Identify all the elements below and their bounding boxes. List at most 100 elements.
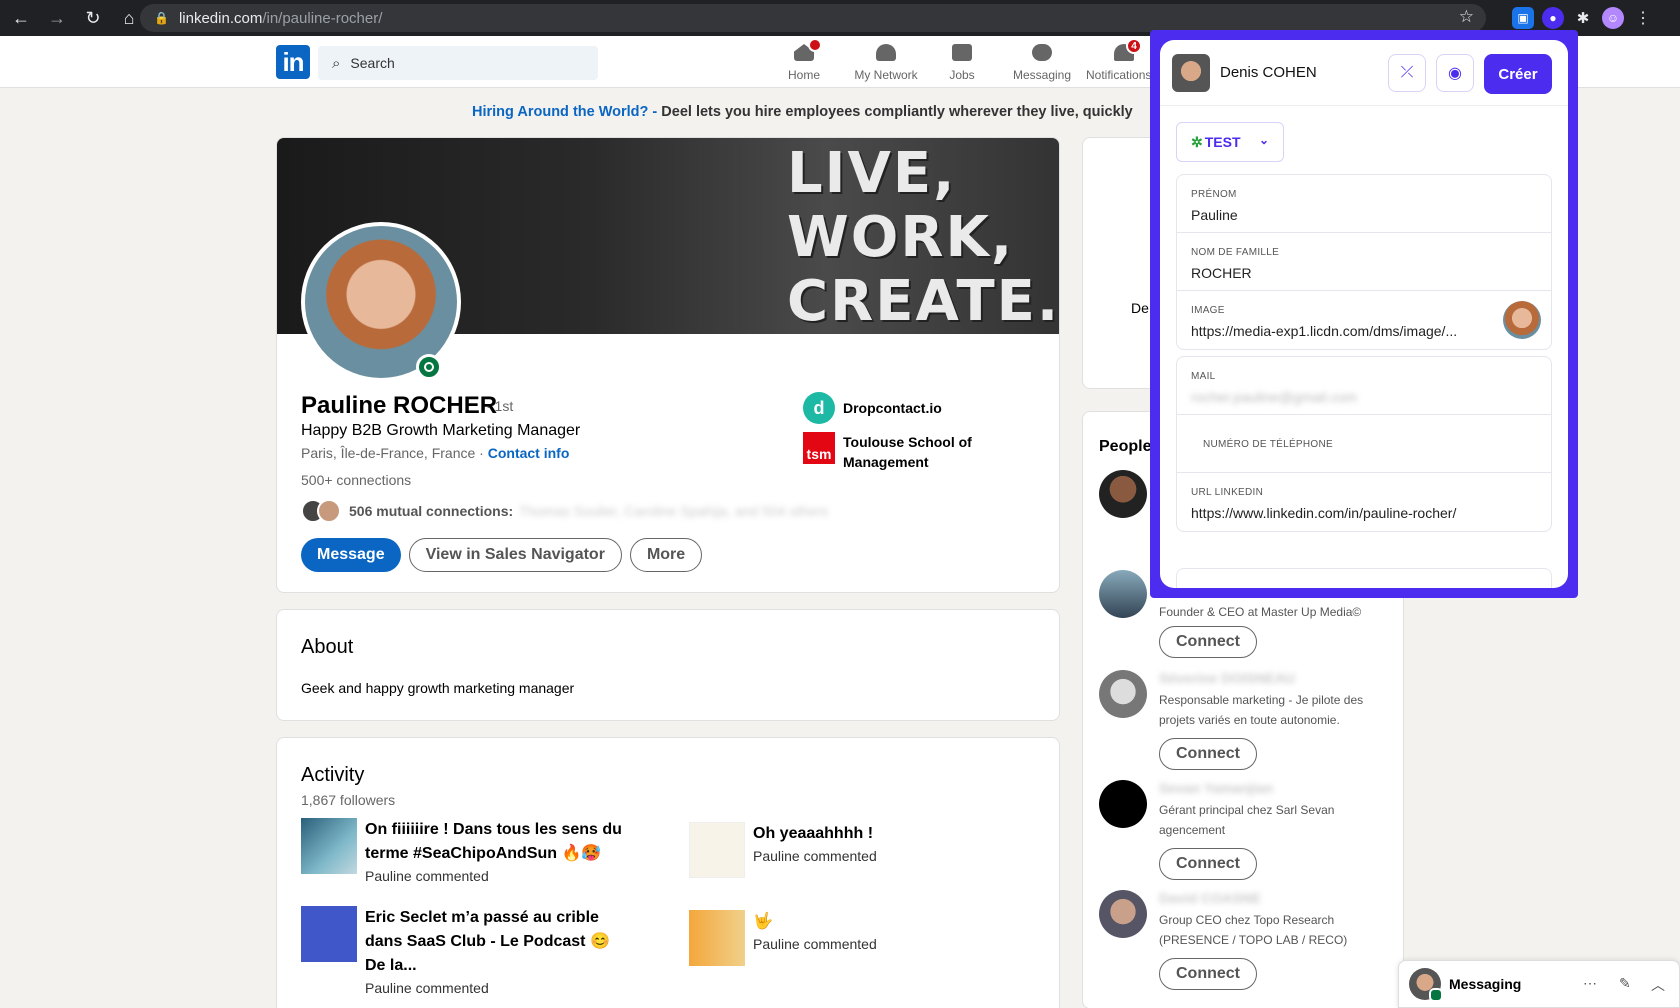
nav-home[interactable]: Home (782, 38, 826, 82)
extension-panel: Denis COHEN ⤫ ◉ Créer ✲ TEST ⌄ PRÉNOM Pa… (1150, 30, 1578, 598)
person-description: Founder & CEO at Master Up Media© (1159, 605, 1362, 619)
sidebar-fragment: De (1131, 300, 1149, 316)
last-name-field[interactable]: NOM DE FAMILLE ROCHER (1177, 233, 1551, 291)
nav-messaging[interactable]: Messaging (1010, 40, 1074, 82)
back-icon[interactable]: ← (6, 3, 36, 33)
nav-label: Messaging (1012, 68, 1072, 82)
lock-icon: 🔒 (154, 11, 169, 25)
connect-button[interactable]: Connect (1159, 958, 1257, 990)
activity-title: Activity (301, 764, 365, 786)
person-description: Gérant principal chez Sarl Sevan agencem… (1159, 803, 1335, 837)
unlink-icon[interactable]: ⤫ (1388, 54, 1426, 92)
dropcontact-logo: d (803, 392, 835, 424)
linkedin-logo[interactable]: in (276, 45, 310, 79)
about-title: About (301, 636, 354, 658)
activity-sub: Pauline commented (365, 868, 489, 884)
connect-button[interactable]: Connect (1159, 738, 1257, 770)
banner-line: LIVE, (787, 141, 957, 206)
mutual-connections[interactable]: 506 mutual connections: Thomas Soulier, … (301, 498, 828, 524)
activity-item[interactable]: Eric Seclet m’a passé au crible dans Saa… (301, 906, 631, 998)
activity-sub: Pauline commented (365, 980, 489, 996)
avatar (1409, 968, 1443, 1002)
messaging-bar[interactable]: Messaging ⋯ ✎ ︿ (1398, 960, 1680, 1008)
chevron-up-icon[interactable]: ︿ (1651, 975, 1665, 995)
activity-title-text: 🤟 (753, 913, 773, 930)
search-input[interactable]: ⌕ Search (318, 46, 598, 80)
person-name: Sevan Yamanjian (1159, 780, 1274, 796)
tag-label: TEST (1204, 134, 1241, 150)
linkedin-url-field[interactable]: URL LINKEDIN https://www.linkedin.com/in… (1177, 473, 1551, 531)
person-item[interactable]: Séverine DOISNEAU Responsable marketing … (1099, 670, 1399, 770)
extension-1-icon[interactable]: ▣ (1512, 7, 1534, 29)
nav-jobs[interactable]: Jobs (946, 40, 978, 82)
activity-item[interactable]: On fiiiiiire ! Dans tous les sens du ter… (301, 818, 631, 886)
nav-my-network[interactable]: My Network (844, 40, 928, 82)
reload-icon[interactable]: ↻ (78, 3, 108, 33)
company-tsm[interactable]: tsm Toulouse School of Management (803, 432, 1013, 472)
puzzle-icon[interactable]: ✱ (1572, 7, 1594, 29)
activity-thumbnail (689, 910, 745, 966)
activity-card: Activity 1,867 followers On fiiiiiire ! … (276, 737, 1060, 1008)
forward-icon[interactable]: → (42, 3, 72, 33)
person-item[interactable]: Sevan Yamanjian Gérant principal chez Sa… (1099, 780, 1399, 880)
person-description: Group CEO chez Topo Research (PRESENCE /… (1159, 913, 1348, 947)
contact-info-link[interactable]: Contact info (488, 445, 570, 461)
connect-button[interactable]: Connect (1159, 626, 1257, 658)
profile-headline: Happy B2B Growth Marketing Manager (301, 422, 581, 439)
extension-inner: Denis COHEN ⤫ ◉ Créer ✲ TEST ⌄ PRÉNOM Pa… (1160, 40, 1568, 588)
phone-field[interactable]: NUMÉRO DE TÉLÉPHONE (1177, 415, 1551, 473)
connections-count[interactable]: 500+ connections (301, 472, 411, 488)
profile-card: LIVE, WORK, CREATE. Pauline ROCHER · 1st… (276, 137, 1060, 593)
field-value: https://www.linkedin.com/in/pauline-roch… (1191, 505, 1457, 521)
tag-select[interactable]: ✲ TEST ⌄ (1176, 122, 1284, 162)
message-button[interactable]: Message (301, 538, 401, 572)
people-icon (874, 40, 898, 64)
search-icon: ⌕ (332, 54, 341, 72)
bug-icon: ✲ (1191, 133, 1203, 150)
contact-fields: MAIL rocher.pauline@gmail.com NUMÉRO DE … (1176, 356, 1552, 532)
activity-thumbnail (689, 822, 745, 878)
company-dropcontact[interactable]: d Dropcontact.io (803, 392, 942, 424)
first-name-field[interactable]: PRÉNOM Pauline (1177, 175, 1551, 233)
camera-icon[interactable]: ◉ (1436, 54, 1474, 92)
field-label: MAIL (1191, 371, 1216, 382)
avatar (1099, 470, 1147, 518)
create-button[interactable]: Créer (1484, 54, 1552, 94)
connect-button[interactable]: Connect (1159, 848, 1257, 880)
activity-item[interactable]: 🤟 Pauline commented (689, 910, 1019, 966)
activity-sub: Pauline commented (753, 936, 877, 952)
profile-icon[interactable]: ☺ (1602, 7, 1624, 29)
compose-icon[interactable]: ✎ (1619, 975, 1631, 992)
more-dots-icon[interactable]: ⋯ (1583, 975, 1597, 992)
online-status-icon (416, 354, 442, 380)
url-path: /in/pauline-rocher/ (262, 9, 383, 27)
menu-dots-icon[interactable]: ⋮ (1632, 7, 1654, 29)
messaging-label: Messaging (1449, 976, 1522, 992)
banner-line: WORK, (787, 205, 1015, 270)
activity-item[interactable]: Oh yeaaahhhh ! Pauline commented (689, 822, 1019, 878)
tsm-logo: tsm (803, 432, 835, 464)
person-description: Responsable marketing - Je pilote des pr… (1159, 693, 1364, 727)
field-value: ROCHER (1191, 265, 1252, 281)
nav-label: Jobs (949, 68, 975, 82)
image-preview (1503, 301, 1541, 339)
activity-sub: Pauline commented (753, 848, 877, 864)
promo-highlight: Hiring Around the World? - (472, 104, 658, 120)
company-name: Dropcontact.io (843, 400, 942, 416)
bell-icon: 4 (1112, 38, 1142, 64)
sales-navigator-button[interactable]: View in Sales Navigator (408, 538, 622, 572)
mail-field[interactable]: MAIL rocher.pauline@gmail.com (1177, 357, 1551, 415)
avatar (1099, 670, 1147, 718)
person-item[interactable]: David COASNE Group CEO chez Topo Researc… (1099, 890, 1399, 990)
about-text: Geek and happy growth marketing manager (301, 680, 575, 696)
more-button[interactable]: More (629, 538, 703, 572)
address-bar[interactable]: 🔒 linkedin.com/in/pauline-rocher/ ☆ (140, 4, 1486, 32)
promo-text: Deel lets you hire employees compliantly… (657, 104, 1133, 120)
extension-2-icon[interactable]: ● (1542, 7, 1564, 29)
activity-title-text: Eric Seclet m’a passé au crible dans Saa… (365, 909, 610, 974)
promo-banner[interactable]: Hiring Around the World? - Deel lets you… (472, 104, 1152, 120)
location-text: Paris, Île-de-France, France · (301, 445, 484, 461)
image-field[interactable]: IMAGE https://media-exp1.licdn.com/dms/i… (1177, 291, 1551, 349)
nav-label: Notifications (1086, 68, 1152, 82)
bookmark-star-icon[interactable]: ☆ (1459, 7, 1474, 27)
